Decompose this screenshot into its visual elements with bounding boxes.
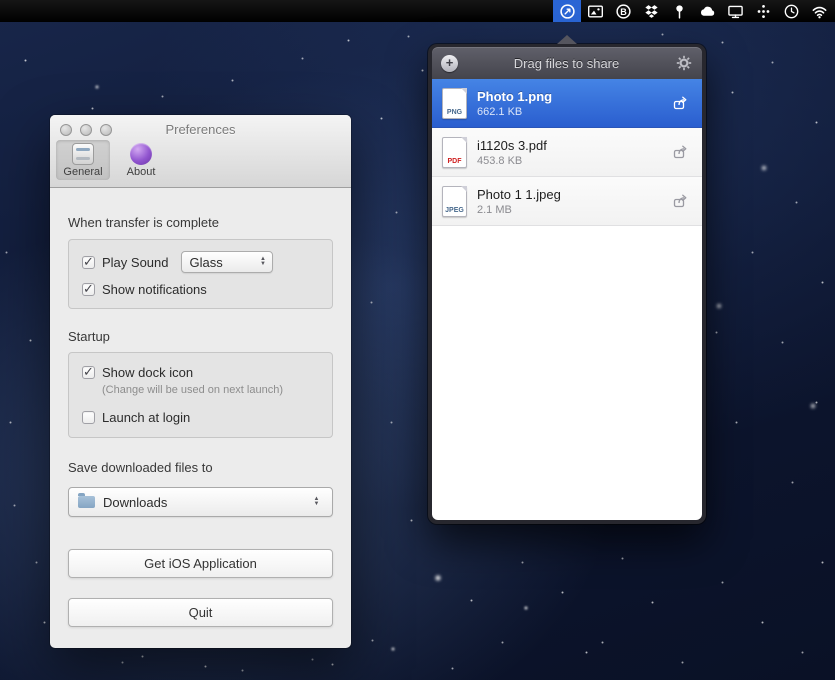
general-icon <box>72 143 94 165</box>
transfer-group-box: Play Sound Glass Show notifications <box>68 239 333 309</box>
file-name: Photo 1 1.jpeg <box>477 187 668 202</box>
window-titlebar[interactable]: Preferences General About <box>50 115 351 188</box>
file-name: i1120s 3.pdf <box>477 138 668 153</box>
file-type-icon: PNG <box>442 88 467 119</box>
share-icon <box>672 95 689 111</box>
tab-about-label: About <box>114 166 168 178</box>
minimize-button[interactable] <box>80 124 92 136</box>
display-glyph <box>727 3 744 20</box>
file-type-label: PNG <box>443 109 466 116</box>
dock-icon-note: (Change will be used on next launch) <box>102 384 319 396</box>
file-meta: Photo 1 1.jpeg 2.1 MB <box>477 187 668 216</box>
preferences-window: Preferences General About When transfer … <box>50 115 351 648</box>
menubar: B <box>0 0 835 22</box>
show-dock-icon-label: Show dock icon <box>102 365 193 380</box>
play-sound-row: Play Sound Glass <box>82 251 319 273</box>
preferences-toolbar: General About <box>50 137 351 180</box>
tab-general-label: General <box>56 166 110 178</box>
wifi-icon[interactable] <box>805 0 833 22</box>
dropbox-icon[interactable] <box>637 0 665 22</box>
startup-section-heading: Startup <box>68 329 333 344</box>
popup-arrows-icon <box>308 497 325 507</box>
file-name: Photo 1.png <box>477 89 668 104</box>
launch-at-login-row: Launch at login <box>82 410 319 425</box>
tab-about[interactable]: About <box>114 140 168 180</box>
show-dock-icon-row: Show dock icon <box>82 365 319 380</box>
file-type-icon: PDF <box>442 137 467 168</box>
popup-arrows-icon <box>255 257 272 267</box>
file-meta: i1120s 3.pdf 453.8 KB <box>477 138 668 167</box>
file-list: PNG Photo 1.png 662.1 KB PDF <box>432 79 702 520</box>
file-size: 662.1 KB <box>477 106 668 118</box>
add-file-button[interactable] <box>441 55 458 72</box>
about-icon <box>130 143 152 165</box>
sound-popup[interactable]: Glass <box>181 251 273 273</box>
dots-grid-glyph <box>755 3 772 20</box>
dots-grid-icon[interactable] <box>749 0 777 22</box>
file-row[interactable]: PDF i1120s 3.pdf 453.8 KB <box>432 128 702 177</box>
save-folder-popup[interactable]: Downloads <box>68 487 333 517</box>
launch-at-login-checkbox[interactable] <box>82 411 95 424</box>
folder-icon <box>78 496 95 508</box>
share-icon <box>672 193 689 209</box>
file-type-icon: JPEG <box>442 186 467 217</box>
menubar-status-items: B <box>553 0 833 22</box>
file-size: 453.8 KB <box>477 155 668 167</box>
file-meta: Photo 1.png 662.1 KB <box>477 89 668 118</box>
share-app-icon[interactable] <box>553 0 581 22</box>
share-icon <box>672 144 689 160</box>
save-section-heading: Save downloaded files to <box>68 460 333 475</box>
file-type-label: PDF <box>443 158 466 165</box>
share-link-button[interactable] <box>668 142 692 162</box>
photos-icon[interactable] <box>581 0 609 22</box>
bitcoin-glyph: B <box>615 3 632 20</box>
share-link-button[interactable] <box>668 93 692 113</box>
svg-text:B: B <box>620 6 627 16</box>
preferences-content: When transfer is complete Play Sound Gla… <box>50 215 351 627</box>
popover-header: Drag files to share <box>432 47 702 79</box>
desktop: B <box>0 0 835 680</box>
photos-glyph <box>587 3 604 20</box>
show-notifications-row: Show notifications <box>82 282 319 297</box>
wifi-glyph <box>811 3 828 20</box>
quit-button[interactable]: Quit <box>68 598 333 627</box>
play-sound-checkbox[interactable] <box>82 256 95 269</box>
sound-popup-value: Glass <box>190 255 223 270</box>
file-row[interactable]: PNG Photo 1.png 662.1 KB <box>432 79 702 128</box>
save-folder-value: Downloads <box>103 495 167 510</box>
popover-arrow <box>557 35 577 44</box>
startup-group-box: Show dock icon (Change will be used on n… <box>68 352 333 438</box>
file-size: 2.1 MB <box>477 204 668 216</box>
file-row[interactable]: JPEG Photo 1 1.jpeg 2.1 MB <box>432 177 702 226</box>
file-type-label: JPEG <box>443 207 466 214</box>
get-ios-application-button[interactable]: Get iOS Application <box>68 549 333 578</box>
tab-general[interactable]: General <box>56 140 110 180</box>
share-app-glyph <box>559 3 576 20</box>
pin-glyph <box>671 3 688 20</box>
close-button[interactable] <box>60 124 72 136</box>
transfer-section-heading: When transfer is complete <box>68 215 333 230</box>
gear-icon <box>676 55 692 71</box>
zoom-button[interactable] <box>100 124 112 136</box>
show-notifications-label: Show notifications <box>102 282 207 297</box>
pin-icon[interactable] <box>665 0 693 22</box>
clock-icon[interactable] <box>777 0 805 22</box>
cloud-glyph <box>699 3 716 20</box>
cloud-icon[interactable] <box>693 0 721 22</box>
launch-at-login-label: Launch at login <box>102 410 190 425</box>
popover-title: Drag files to share <box>458 56 675 71</box>
show-notifications-checkbox[interactable] <box>82 283 95 296</box>
clock-glyph <box>783 3 800 20</box>
display-icon[interactable] <box>721 0 749 22</box>
bitcoin-icon[interactable]: B <box>609 0 637 22</box>
dropbox-glyph <box>643 3 660 20</box>
settings-button[interactable] <box>675 55 692 71</box>
window-controls <box>60 124 112 136</box>
share-popover: Drag files to share PNG <box>428 44 706 524</box>
show-dock-icon-checkbox[interactable] <box>82 366 95 379</box>
file-list-empty-area[interactable] <box>432 226 702 520</box>
share-link-button[interactable] <box>668 191 692 211</box>
play-sound-label: Play Sound <box>102 255 169 270</box>
